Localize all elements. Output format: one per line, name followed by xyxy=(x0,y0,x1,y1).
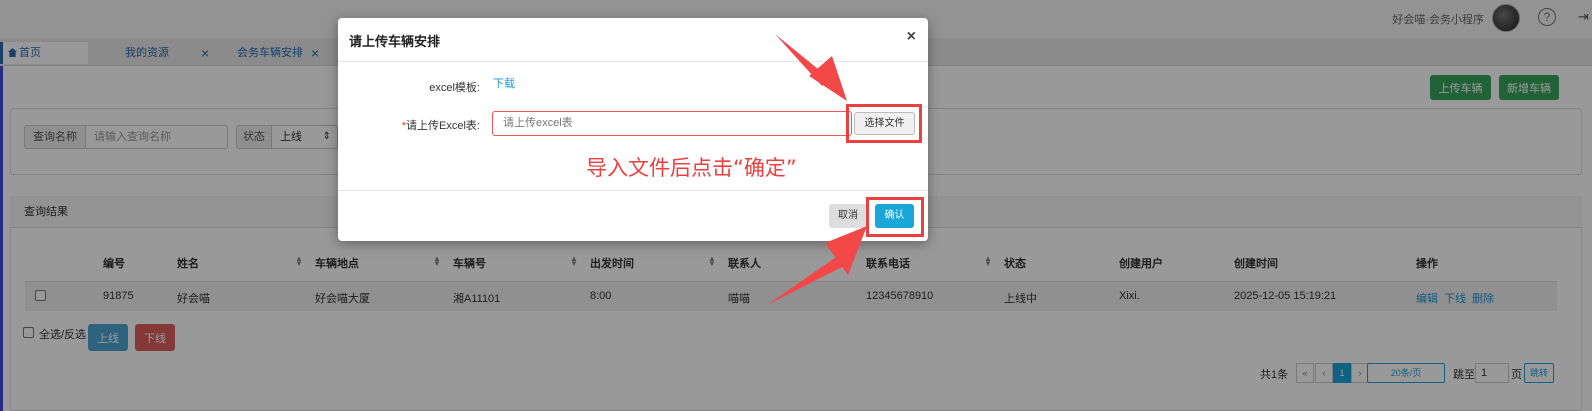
template-download-link[interactable]: 下载 xyxy=(493,75,515,91)
cancel-button[interactable]: 取消 xyxy=(829,204,867,228)
annotation-text: 导入文件后点击“确定” xyxy=(586,156,797,180)
upload-label-text: 请上传Excel表: xyxy=(406,120,480,132)
template-label: excel模板: xyxy=(429,82,480,94)
divider xyxy=(338,61,928,62)
choose-file-highlight xyxy=(846,104,922,143)
modal-title: 请上传车辆安排 xyxy=(349,34,441,49)
close-icon[interactable]: × xyxy=(907,28,916,46)
confirm-highlight xyxy=(866,197,924,237)
upload-label: *请上传Excel表: xyxy=(378,117,480,133)
upload-modal: 请上传车辆安排 × excel模板: 下载 *请上传Excel表: 请上传exc… xyxy=(338,18,928,241)
divider xyxy=(338,190,928,191)
excel-file-input[interactable]: 请上传excel表 xyxy=(492,111,852,136)
